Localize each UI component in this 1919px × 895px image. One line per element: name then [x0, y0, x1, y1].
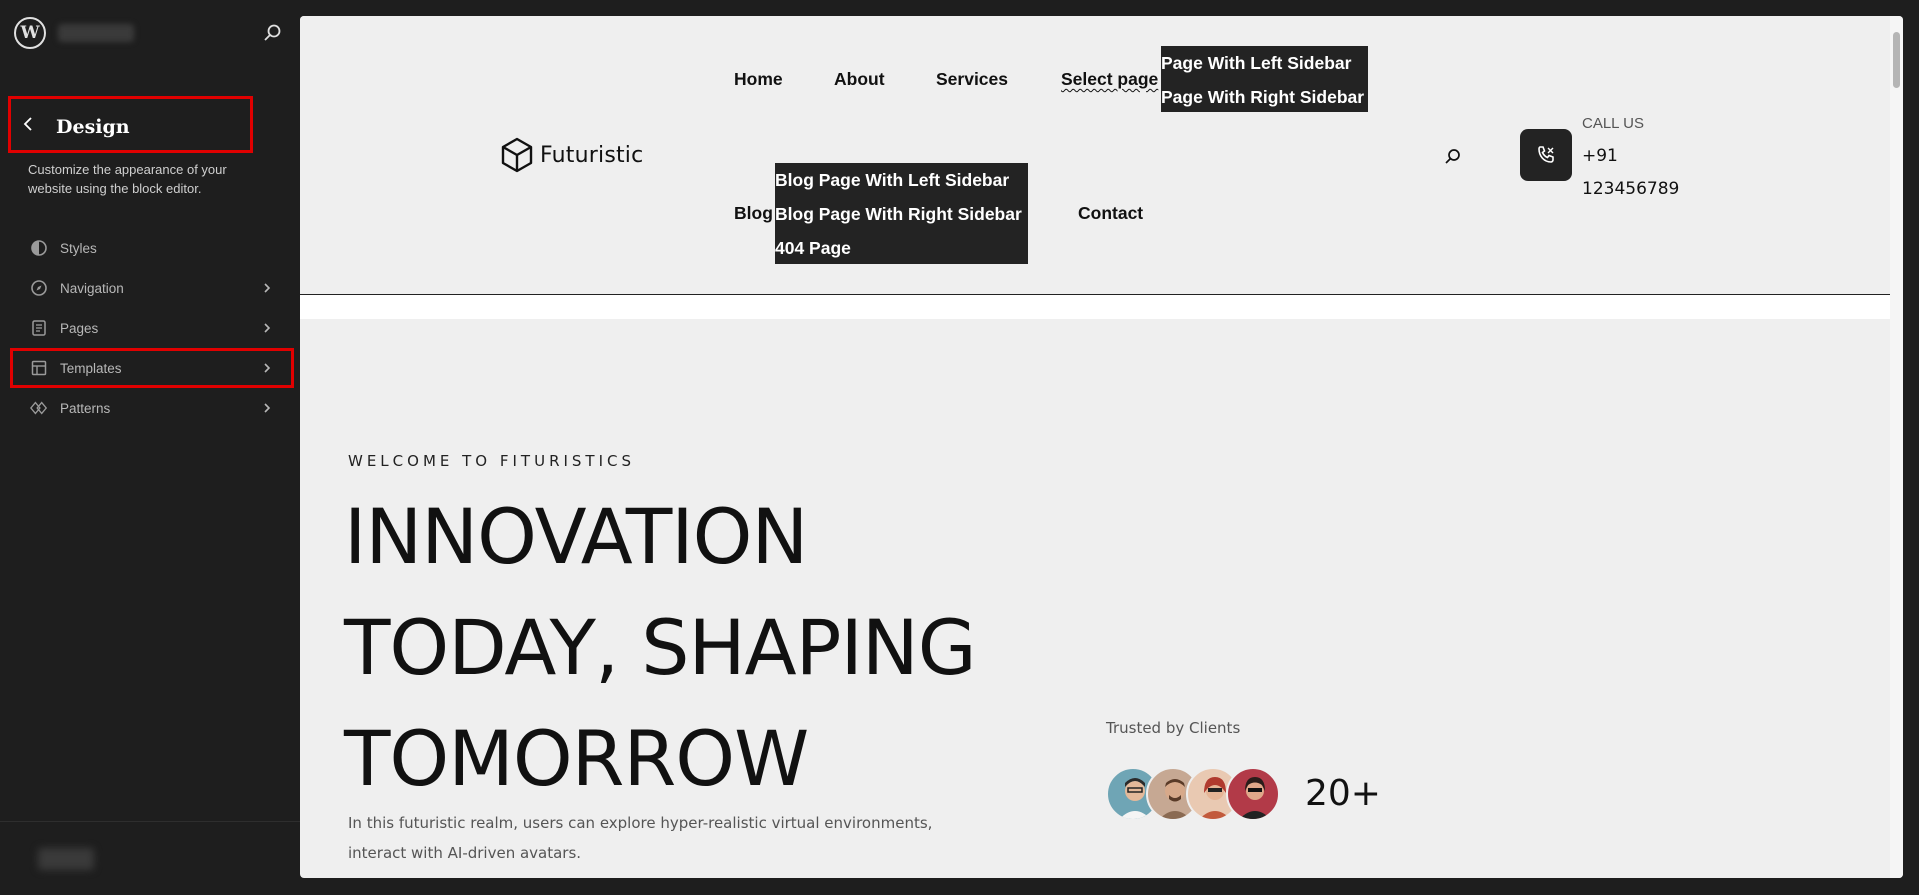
submenu-item[interactable]: Blog Page With Left Sidebar — [775, 163, 1028, 197]
site-title: Futuristic — [540, 142, 644, 168]
design-menu: Styles Navigation Pages Templates Patter… — [10, 228, 294, 428]
hero-title-line: TOMORROW — [344, 714, 809, 803]
menu-item-styles[interactable]: Styles — [10, 228, 294, 268]
site-name-blurred — [58, 24, 134, 42]
hero-eyebrow: WELCOME TO FITURISTICS — [348, 452, 636, 470]
site-logo[interactable]: Futuristic — [500, 137, 643, 173]
nav-home[interactable]: Home — [734, 69, 783, 90]
site-header: Futuristic Home About Services Select pa… — [300, 16, 1890, 294]
avatar — [1226, 767, 1280, 821]
nav-about[interactable]: About — [834, 69, 885, 90]
editor-sidebar: W Design Customize the appearance of you… — [0, 0, 300, 895]
hero-title-line: TODAY, SHAPING — [344, 603, 977, 692]
phone-icon — [1538, 146, 1554, 163]
menu-item-templates[interactable]: Templates — [10, 348, 294, 388]
select-page-submenu: Page With Left Sidebar Page With Right S… — [1161, 46, 1368, 112]
canvas-scrollbar[interactable] — [1890, 16, 1903, 878]
trusted-label: Trusted by Clients — [1106, 719, 1241, 737]
chevron-right-icon — [264, 363, 271, 373]
layout-icon — [30, 359, 48, 377]
hero-title-line: INNOVATION — [344, 492, 808, 581]
menu-item-label: Navigation — [60, 280, 124, 296]
nav-contact[interactable]: Contact — [1078, 203, 1143, 224]
nav-services[interactable]: Services — [936, 69, 1008, 90]
search-icon[interactable] — [1443, 147, 1463, 167]
chevron-right-icon — [264, 323, 271, 333]
cube-logo-icon — [501, 137, 533, 173]
nav-select-page[interactable]: Select page — [1061, 69, 1158, 90]
phone-number-line1: +91 — [1582, 146, 1618, 166]
submenu-item[interactable]: Blog Page With Right Sidebar — [775, 197, 1028, 231]
menu-item-label: Templates — [60, 360, 122, 376]
menu-item-navigation[interactable]: Navigation — [10, 268, 294, 308]
hero-title: INNOVATION TODAY, SHAPING TOMORROW — [344, 481, 1064, 814]
submenu-item[interactable]: Page With Right Sidebar — [1161, 80, 1368, 114]
phone-number-line2: 123456789 — [1582, 179, 1680, 199]
call-us-label: CALL US — [1582, 115, 1644, 132]
page-icon — [30, 319, 48, 337]
phone-button[interactable] — [1520, 129, 1572, 181]
menu-item-label: Pages — [60, 320, 99, 336]
client-count: 20+ — [1305, 773, 1381, 814]
site-preview-canvas[interactable]: Futuristic Home About Services Select pa… — [300, 16, 1903, 878]
section-spacer — [300, 295, 1890, 319]
blog-submenu: Blog Page With Left Sidebar Blog Page Wi… — [775, 163, 1028, 264]
submenu-item[interactable]: 404 Page — [775, 231, 1028, 265]
compass-icon — [30, 279, 48, 297]
search-icon[interactable] — [262, 22, 284, 44]
panel-description: Customize the appearance of your website… — [28, 162, 227, 196]
sidebar-divider — [0, 821, 300, 822]
chevron-right-icon — [264, 403, 271, 413]
menu-item-label: Styles — [60, 240, 97, 256]
half-circle-icon — [30, 239, 48, 257]
menu-item-patterns[interactable]: Patterns — [10, 388, 294, 428]
scrollbar-thumb[interactable] — [1893, 32, 1900, 88]
back-chevron-icon[interactable] — [20, 115, 36, 133]
site-editor: W Design Customize the appearance of you… — [0, 0, 1919, 895]
wordpress-logo-icon[interactable]: W — [14, 17, 46, 49]
diamond-icon — [30, 399, 48, 417]
hero-description: In this futuristic realm, users can expl… — [348, 814, 933, 862]
user-avatar-blurred[interactable] — [38, 848, 94, 870]
phone-number: +91 123456789 — [1582, 140, 1702, 206]
submenu-item[interactable]: Page With Left Sidebar — [1161, 46, 1368, 80]
client-avatars — [1106, 767, 1286, 823]
menu-item-label: Patterns — [60, 400, 111, 416]
nav-blog[interactable]: Blog — [734, 203, 773, 224]
design-highlight-box — [8, 96, 253, 153]
menu-item-pages[interactable]: Pages — [10, 308, 294, 348]
panel-title: Design — [56, 116, 130, 138]
chevron-right-icon — [264, 283, 271, 293]
